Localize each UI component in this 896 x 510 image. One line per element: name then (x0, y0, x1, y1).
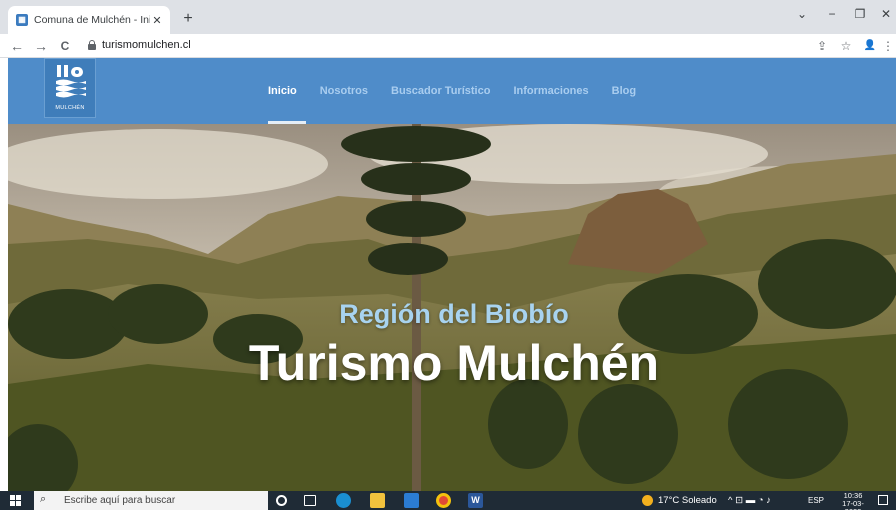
file-explorer-icon[interactable] (370, 493, 385, 508)
search-placeholder: Escribe aquí para buscar (64, 495, 176, 506)
task-view-icon[interactable] (304, 495, 316, 506)
site-favicon-icon: ▦ (16, 14, 28, 26)
tab-close-icon[interactable]: ✕ (150, 14, 164, 27)
hero-subtitle: Región del Biobío (339, 299, 569, 329)
nav-informaciones[interactable]: Informaciones (513, 85, 588, 97)
site-header: MULCHÉN Inicio Nosotros Buscador Turísti… (8, 58, 896, 124)
restore-button[interactable]: ❐ (850, 7, 870, 21)
tab-title: Comuna de Mulchén - Inicio - T... (34, 14, 150, 26)
back-button[interactable]: ← (8, 36, 26, 56)
browser-menu-icon[interactable]: ⋮ (880, 37, 896, 55)
browser-toolbar: ← → C turismomulchen.cl ⇪ ☆ 👤 ⋮ (0, 34, 896, 58)
reload-button[interactable]: C (56, 36, 74, 56)
share-icon[interactable]: ⇪ (814, 37, 830, 55)
nav-blog[interactable]: Blog (612, 85, 636, 97)
profile-icon[interactable]: 👤 (862, 37, 878, 55)
edge-icon[interactable] (336, 493, 351, 508)
notifications-icon[interactable] (878, 495, 888, 505)
forward-button[interactable]: → (32, 36, 50, 56)
weather-sun-icon[interactable] (642, 495, 653, 506)
store-icon[interactable] (404, 493, 419, 508)
windows-start-icon[interactable] (10, 495, 21, 506)
close-window-button[interactable]: ✕ (876, 7, 896, 21)
main-nav: Inicio Nosotros Buscador Turístico Infor… (268, 58, 659, 124)
language-indicator[interactable]: ESP (808, 496, 824, 505)
windows-taskbar: ⌕ Escribe aquí para buscar W 17°C Solead… (0, 491, 896, 510)
logo-emblem-icon (56, 65, 86, 98)
browser-tab-bar: ▦ Comuna de Mulchén - Inicio - T... ✕ + … (0, 0, 896, 34)
browser-tab[interactable]: ▦ Comuna de Mulchén - Inicio - T... ✕ (8, 6, 170, 34)
clock-date: 17-03-2022 (842, 499, 864, 510)
taskbar-clock[interactable]: 10:36 17-03-2022 (838, 492, 868, 510)
bookmark-star-icon[interactable]: ☆ (838, 37, 854, 55)
hero-title: Turismo Mulchén (248, 335, 660, 391)
minimize-button[interactable]: − (822, 7, 842, 21)
nav-inicio[interactable]: Inicio (268, 85, 297, 97)
system-tray-icons[interactable]: ^ ⊡ ▬ ◔ ♪ (728, 495, 771, 506)
chrome-icon[interactable] (436, 493, 451, 508)
new-tab-button[interactable]: + (178, 9, 198, 29)
nav-nosotros[interactable]: Nosotros (320, 85, 368, 97)
address-bar[interactable]: turismomulchen.cl (102, 39, 191, 51)
cortana-icon[interactable] (276, 495, 287, 506)
logo-text: MULCHÉN (55, 105, 85, 111)
hero-banner: Región del Biobío Turismo Mulchén (8, 124, 896, 491)
taskbar-search-box[interactable]: ⌕ Escribe aquí para buscar (34, 491, 268, 510)
nav-buscador-turistico[interactable]: Buscador Turístico (391, 85, 490, 97)
weather-text[interactable]: 17°C Soleado (658, 495, 717, 506)
search-icon: ⌕ (40, 493, 47, 505)
site-logo[interactable]: MULCHÉN (44, 58, 96, 118)
lock-icon[interactable] (88, 40, 96, 50)
tab-search-button[interactable]: ⌄ (792, 7, 812, 21)
word-icon[interactable]: W (468, 493, 483, 508)
